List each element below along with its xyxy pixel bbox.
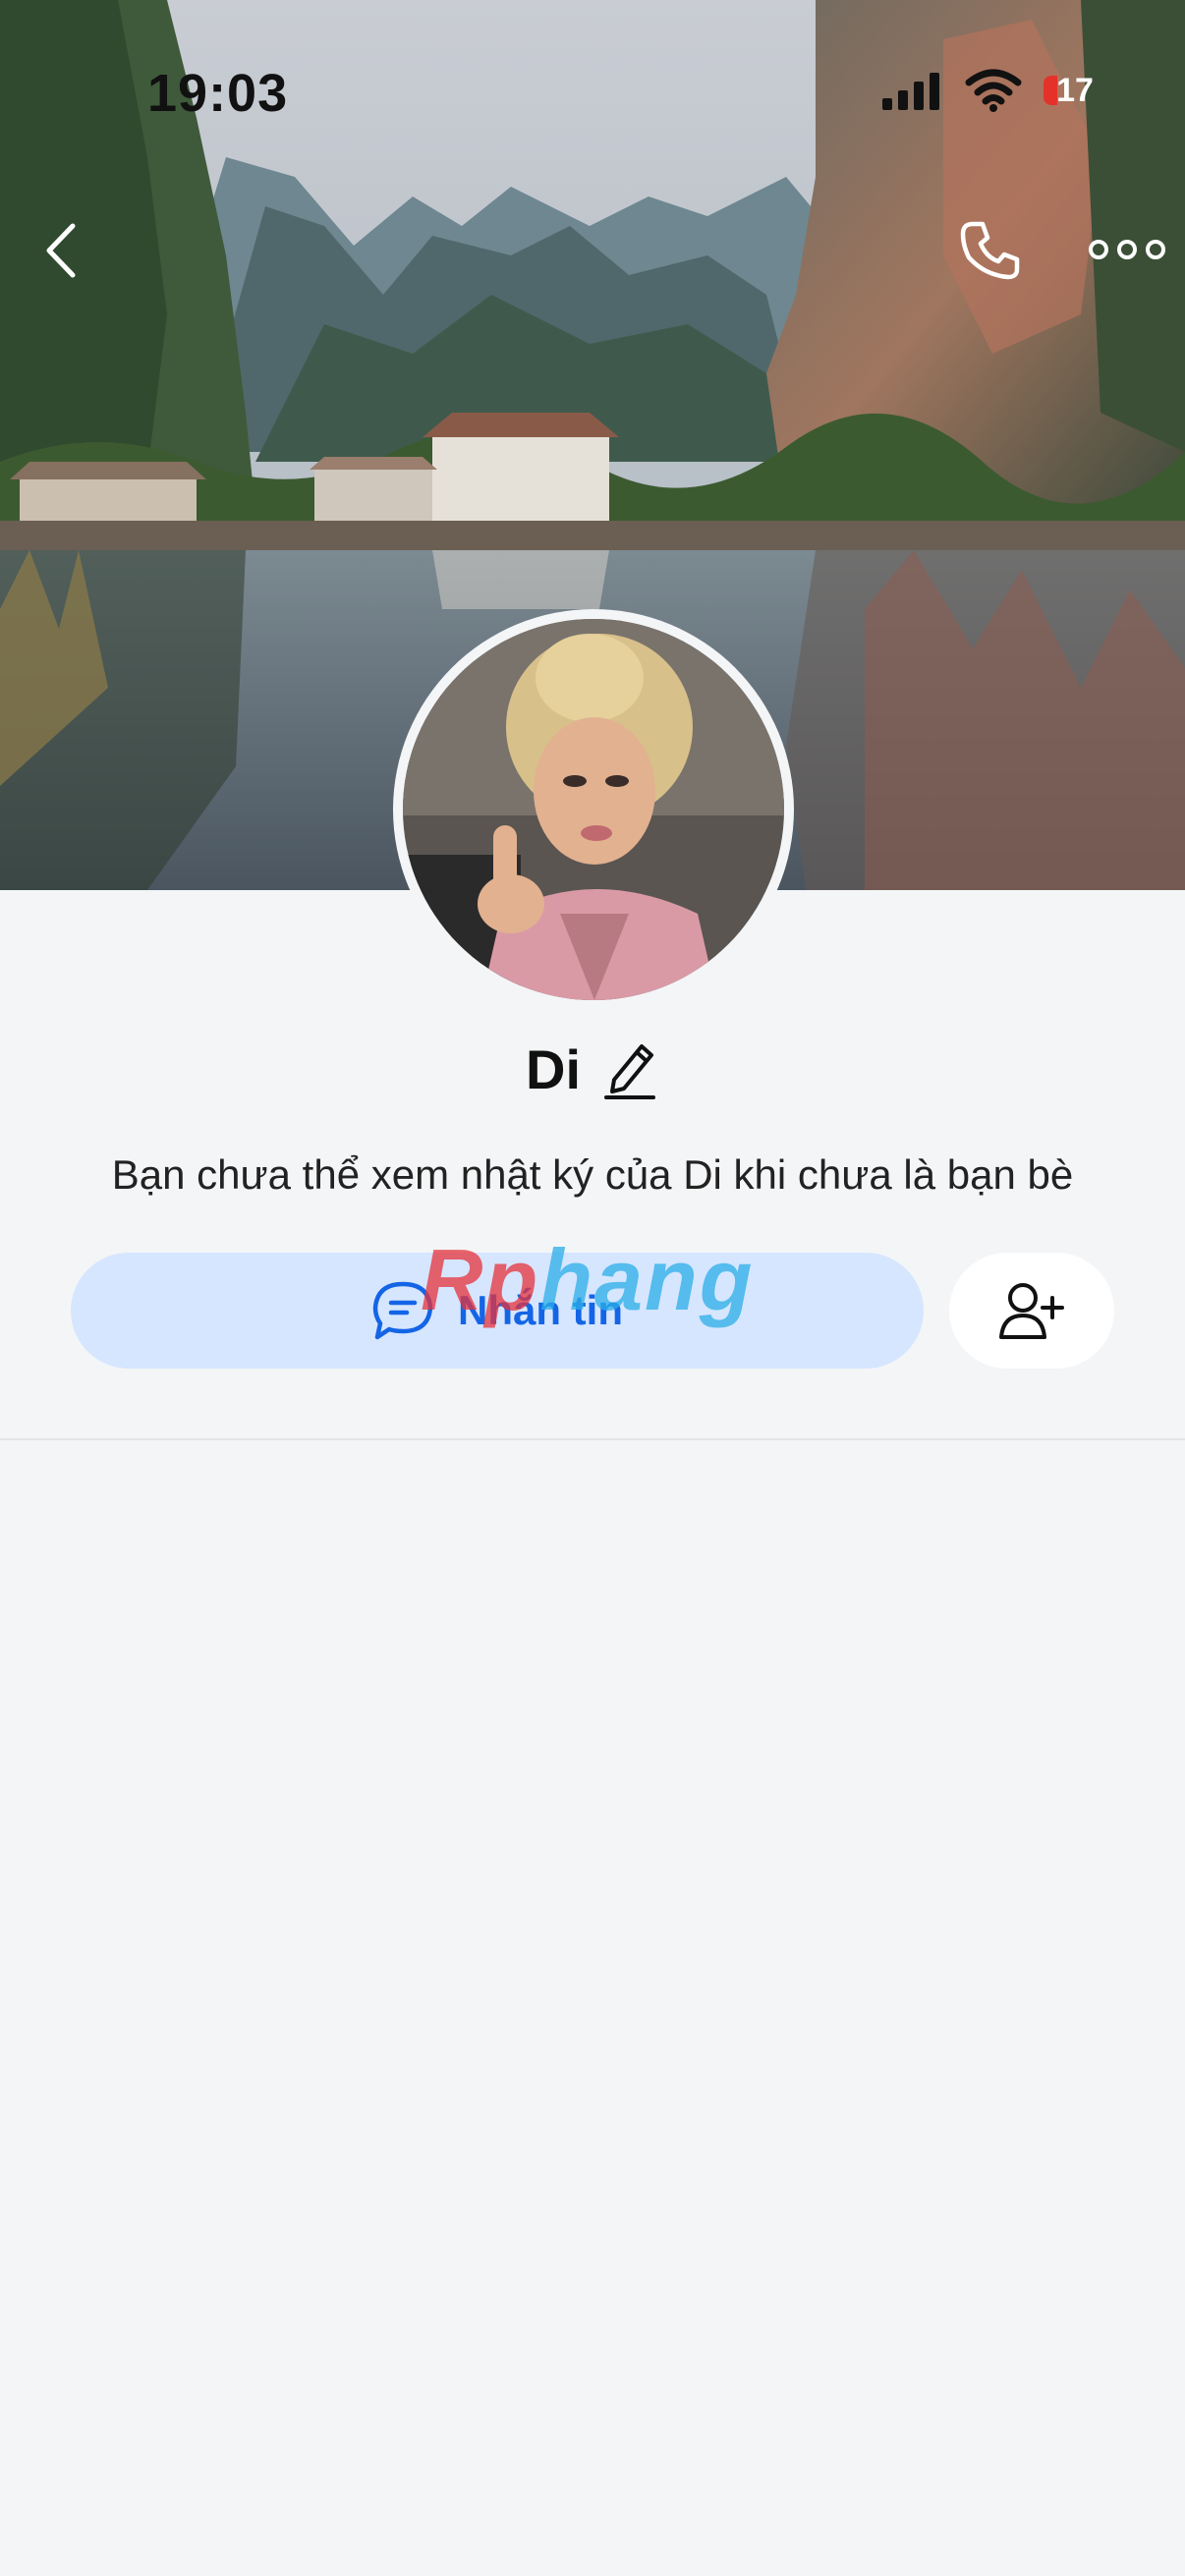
avatar[interactable] [393, 609, 794, 1010]
status-bar: 19:03 17 [0, 0, 1185, 147]
more-dots-icon [1089, 240, 1165, 259]
add-user-icon [999, 1283, 1064, 1339]
section-divider [0, 1438, 1185, 1440]
phone-icon [960, 221, 1020, 280]
chevron-left-icon [46, 223, 76, 278]
call-button[interactable] [955, 216, 1024, 285]
status-time: 19:03 [147, 64, 289, 123]
message-button[interactable]: Nhắn tin [71, 1253, 924, 1369]
more-button[interactable] [1087, 226, 1167, 273]
message-button-label: Nhắn tin [458, 1287, 623, 1333]
add-friend-button[interactable] [949, 1253, 1114, 1369]
wifi-icon [965, 69, 1022, 112]
battery-level: 17 [1056, 71, 1094, 109]
back-button[interactable] [37, 216, 88, 285]
status-icons: 17 [880, 69, 1106, 112]
avatar-image [403, 619, 784, 1000]
edit-pencil-icon[interactable] [600, 1036, 659, 1101]
cellular-signal-icon [882, 73, 939, 110]
battery-icon: 17 [1044, 72, 1106, 109]
profile-name: Di [526, 1037, 581, 1100]
profile-name-row: Di [0, 1036, 1185, 1101]
chat-bubble-icon [372, 1281, 433, 1340]
privacy-note: Bạn chưa thể xem nhật ký của Di khi chưa… [111, 1151, 1074, 1198]
battery-fill [1044, 76, 1057, 105]
